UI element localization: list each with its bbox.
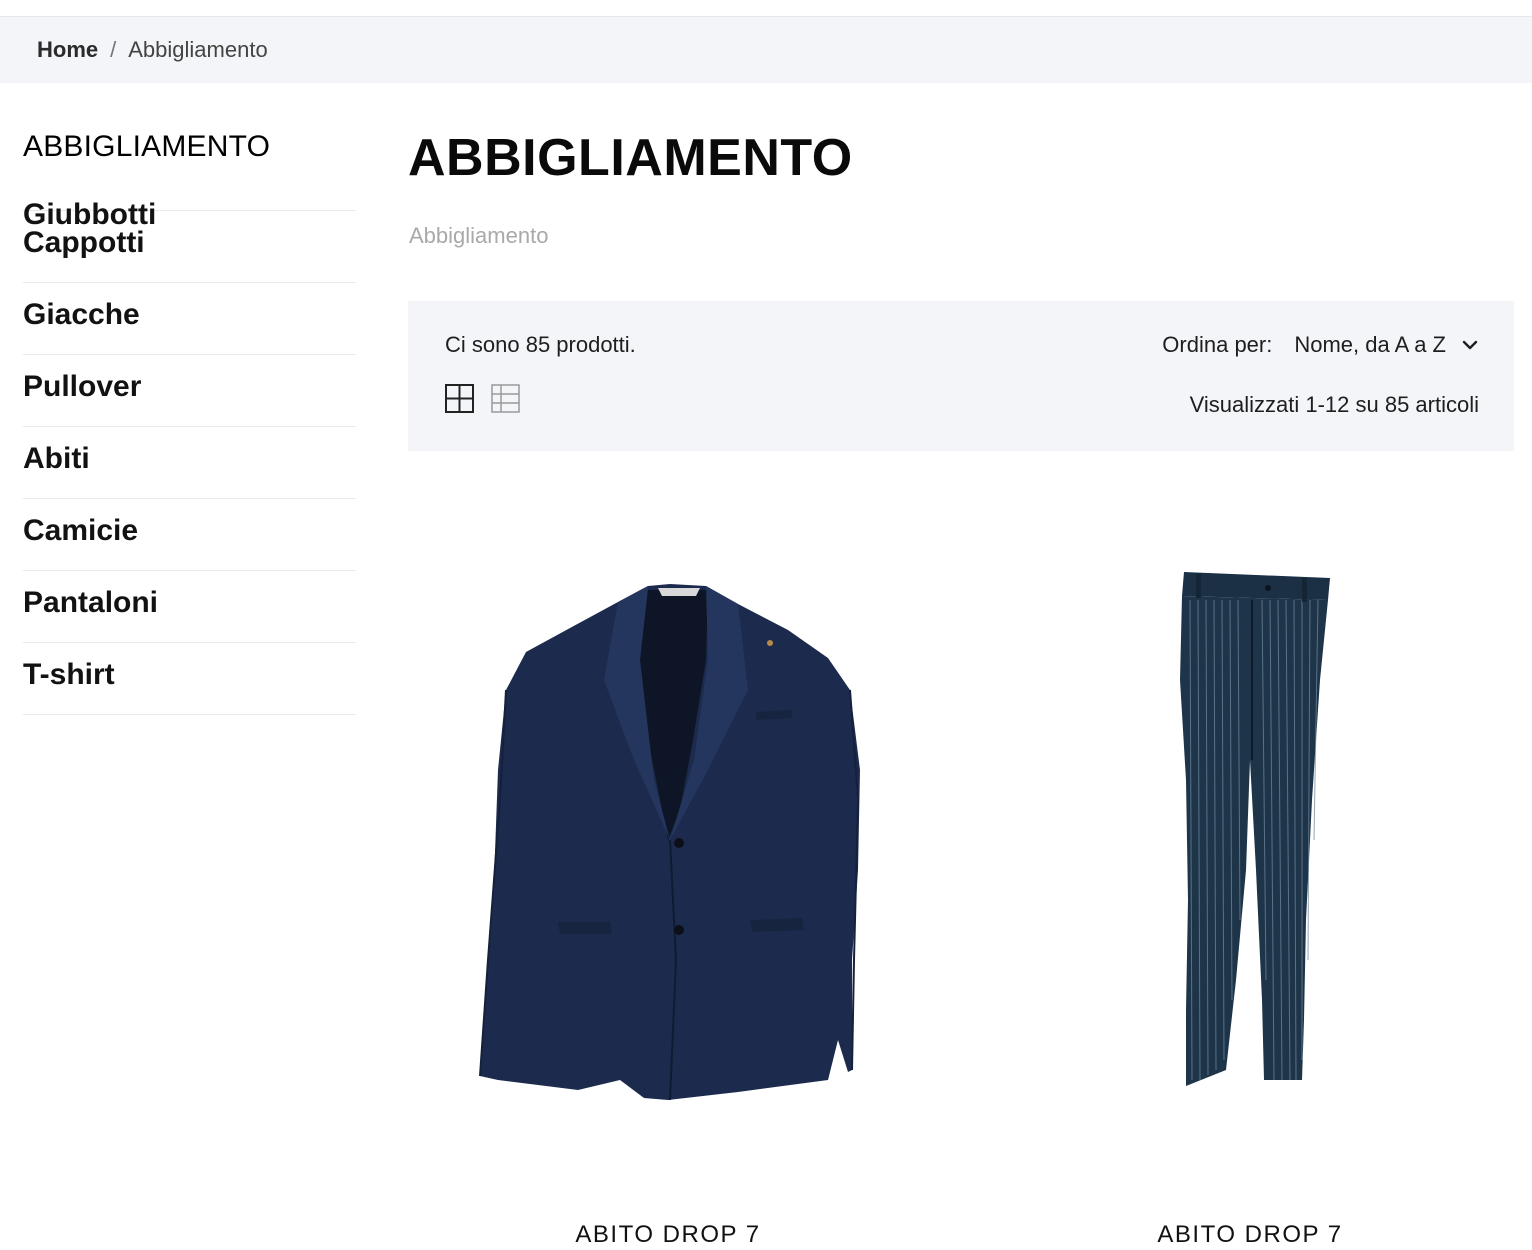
top-strip [0, 0, 1532, 17]
product-card: ABITO DROP 7 [408, 540, 928, 1248]
sort-dropdown[interactable]: Nome, da A a Z [1294, 331, 1446, 359]
sidebar-item-pullover: Pullover [23, 355, 356, 427]
sidebar-link-giacche[interactable]: Giacche [23, 295, 140, 335]
sidebar-link-tshirt[interactable]: T-shirt [23, 655, 115, 695]
product-name[interactable]: ABITO DROP 7 [990, 1220, 1510, 1250]
page-title: ABBIGLIAMENTO [408, 129, 853, 187]
breadcrumb: Home / Abbigliamento [37, 37, 268, 63]
product-card: ABITO DROP 7 [990, 540, 1510, 1248]
breadcrumb-home-link[interactable]: Home [37, 37, 98, 62]
sidebar-item-giubbotti: Giubbotti [23, 127, 356, 231]
product-name[interactable]: ABITO DROP 7 [408, 1220, 928, 1250]
breadcrumb-bar: Home / Abbigliamento [0, 17, 1532, 83]
showing-range: Visualizzati 1-12 su 85 articoli [1189, 392, 1479, 417]
sidebar-item-pantaloni: Pantaloni [23, 571, 356, 643]
grid-3-icon[interactable] [491, 384, 520, 413]
sidebar-link-abiti[interactable]: Abiti [23, 439, 90, 479]
product-image-trousers[interactable] [990, 540, 1510, 1140]
category-sidebar: ABBIGLIAMENTO Giubbotti Cappotti Giacche… [23, 127, 356, 715]
grid-2-icon[interactable] [445, 384, 474, 413]
products-toolbar: Ci sono 85 prodotti. Ordina per: Nome, d… [408, 301, 1514, 451]
sidebar-item-tshirt: T-shirt [23, 643, 356, 715]
sidebar-item-camicie: Camicie [23, 499, 356, 571]
sidebar-item-abiti: Abiti [23, 427, 356, 499]
chevron-down-icon[interactable] [1460, 335, 1480, 355]
product-image-suit-jacket[interactable] [408, 540, 928, 1140]
sidebar-item-giacche: Giacche [23, 283, 356, 355]
product-count: Ci sono 85 prodotti. [445, 332, 636, 357]
category-list: Giubbotti Cappotti Giacche Pullover Abit… [23, 127, 356, 715]
view-toggles [445, 384, 520, 413]
sort-label: Ordina per: [1162, 332, 1273, 357]
sort-control: Ordina per: Nome, da A a Z [1162, 331, 1480, 359]
sidebar-link-cappotti[interactable]: Cappotti [23, 223, 145, 263]
sidebar-item-cappotti: Cappotti [23, 211, 356, 283]
breadcrumb-current: Abbigliamento [128, 37, 268, 62]
page-subtitle: Abbigliamento [409, 223, 549, 248]
sidebar-link-pullover[interactable]: Pullover [23, 367, 141, 407]
sidebar-link-pantaloni[interactable]: Pantaloni [23, 583, 158, 623]
sidebar-link-camicie[interactable]: Camicie [23, 511, 138, 551]
breadcrumb-separator: / [110, 37, 117, 62]
